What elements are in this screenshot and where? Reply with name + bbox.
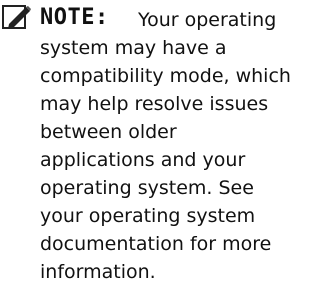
note-line: operating system. See — [40, 177, 254, 199]
note-line: compatibility mode, which — [40, 65, 291, 87]
note-label: NOTE: — [40, 5, 109, 30]
note-line: between older — [40, 121, 177, 143]
note-line: your operating system — [40, 205, 256, 227]
note-line: applications and your — [40, 149, 246, 171]
note-line: Your operating — [138, 9, 277, 31]
note-line: system may have a — [40, 37, 227, 59]
pencil-note-icon — [2, 4, 32, 30]
note-line: documentation for more — [40, 233, 272, 255]
note-line: may help resolve issues — [40, 93, 269, 115]
note-line: information. — [40, 261, 156, 283]
